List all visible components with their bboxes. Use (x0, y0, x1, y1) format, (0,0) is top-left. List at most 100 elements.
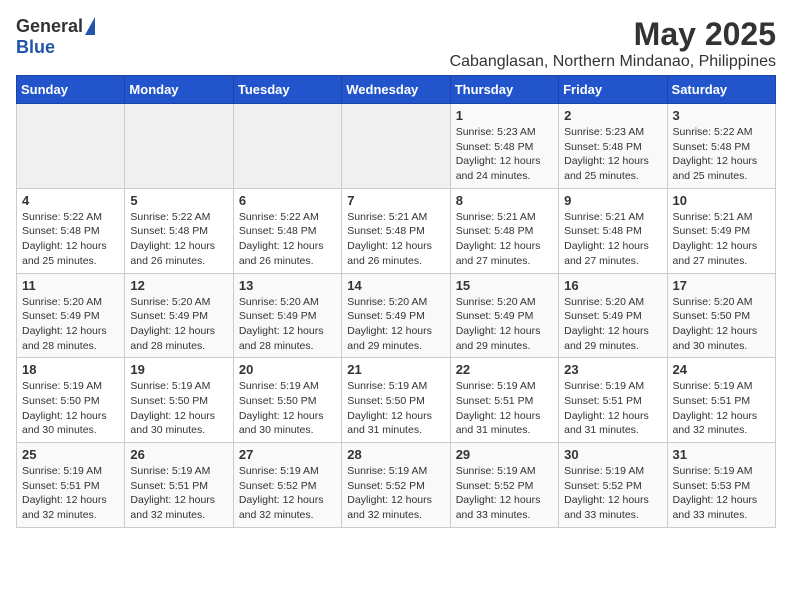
calendar-cell: 14 Sunrise: 5:20 AM Sunset: 5:49 PM Dayli… (342, 273, 450, 358)
logo-blue: Blue (16, 37, 55, 58)
day-number: 19 (130, 362, 227, 377)
logo-general: General (16, 16, 83, 37)
day-number: 4 (22, 193, 119, 208)
calendar-cell: 11Sunrise: 5:20 AM Sunset: 5:49 PM Dayli… (17, 273, 125, 358)
day-info: Sunrise: 5:19 AM Sunset: 5:51 PM Dayligh… (673, 379, 770, 438)
calendar-cell: 2 Sunrise: 5:23 AM Sunset: 5:48 PM Daylig… (559, 104, 667, 189)
day-info: Sunrise: 5:19 AM Sunset: 5:53 PM Dayligh… (673, 464, 770, 523)
day-number: 21 (347, 362, 444, 377)
day-number: 3 (673, 108, 770, 123)
day-info: Sunrise: 5:22 AM Sunset: 5:48 PM Dayligh… (239, 210, 336, 269)
day-info: Sunrise: 5:22 AM Sunset: 5:48 PM Dayligh… (130, 210, 227, 269)
calendar-cell: 5 Sunrise: 5:22 AM Sunset: 5:48 PM Daylig… (125, 188, 233, 273)
day-info: Sunrise: 5:19 AM Sunset: 5:50 PM Dayligh… (22, 379, 119, 438)
subtitle: Cabanglasan, Northern Mindanao, Philippi… (450, 53, 776, 71)
day-number: 1 (456, 108, 553, 123)
calendar-week-5: 25 Sunrise: 5:19 AM Sunset: 5:51 PM Dayli… (17, 443, 776, 528)
calendar-table: SundayMondayTuesdayWednesdayThursdayFrid… (16, 75, 776, 528)
col-header-tuesday: Tuesday (233, 76, 341, 104)
day-number: 13 (239, 278, 336, 293)
day-info: Sunrise: 5:19 AM Sunset: 5:51 PM Dayligh… (564, 379, 661, 438)
day-info: Sunrise: 5:20 AM Sunset: 5:49 PM Dayligh… (130, 295, 227, 354)
calendar-cell: 30Sunrise: 5:19 AM Sunset: 5:52 PM Dayli… (559, 443, 667, 528)
day-number: 27 (239, 447, 336, 462)
calendar-cell: 8 Sunrise: 5:21 AM Sunset: 5:48 PM Daylig… (450, 188, 558, 273)
day-info: Sunrise: 5:22 AM Sunset: 5:48 PM Dayligh… (22, 210, 119, 269)
day-number: 6 (239, 193, 336, 208)
day-info: Sunrise: 5:21 AM Sunset: 5:48 PM Dayligh… (564, 210, 661, 269)
calendar-cell: 4 Sunrise: 5:22 AM Sunset: 5:48 PM Daylig… (17, 188, 125, 273)
day-info: Sunrise: 5:21 AM Sunset: 5:48 PM Dayligh… (347, 210, 444, 269)
calendar-cell (17, 104, 125, 189)
day-number: 9 (564, 193, 661, 208)
day-number: 15 (456, 278, 553, 293)
day-number: 12 (130, 278, 227, 293)
calendar-cell (125, 104, 233, 189)
calendar-cell: 27Sunrise: 5:19 AM Sunset: 5:52 PM Dayli… (233, 443, 341, 528)
day-number: 14 (347, 278, 444, 293)
calendar-cell: 31 Sunrise: 5:19 AM Sunset: 5:53 PM Dayli… (667, 443, 775, 528)
day-info: Sunrise: 5:20 AM Sunset: 5:49 PM Dayligh… (564, 295, 661, 354)
calendar-cell: 6 Sunrise: 5:22 AM Sunset: 5:48 PM Daylig… (233, 188, 341, 273)
day-number: 24 (673, 362, 770, 377)
col-header-saturday: Saturday (667, 76, 775, 104)
calendar-week-2: 4 Sunrise: 5:22 AM Sunset: 5:48 PM Daylig… (17, 188, 776, 273)
calendar-cell: 13Sunrise: 5:20 AM Sunset: 5:49 PM Dayli… (233, 273, 341, 358)
calendar-week-3: 11 Sunrise: 5:20 AM Sunset: 5:49 PM Dayli… (17, 273, 776, 358)
col-header-wednesday: Wednesday (342, 76, 450, 104)
calendar-cell: 15 Sunrise: 5:20 AM Sunset: 5:49 PM Dayli… (450, 273, 558, 358)
col-header-friday: Friday (559, 76, 667, 104)
day-info: Sunrise: 5:19 AM Sunset: 5:51 PM Dayligh… (130, 464, 227, 523)
day-info: Sunrise: 5:19 AM Sunset: 5:52 PM Dayligh… (564, 464, 661, 523)
calendar-cell (342, 104, 450, 189)
day-number: 18 (22, 362, 119, 377)
day-info: Sunrise: 5:21 AM Sunset: 5:48 PM Dayligh… (456, 210, 553, 269)
calendar-cell: 7Sunrise: 5:21 AM Sunset: 5:48 PM Daylig… (342, 188, 450, 273)
calendar-cell: 22 Sunrise: 5:19 AM Sunset: 5:51 PM Dayli… (450, 358, 558, 443)
day-info: Sunrise: 5:19 AM Sunset: 5:50 PM Dayligh… (239, 379, 336, 438)
day-number: 8 (456, 193, 553, 208)
calendar-cell: 1 Sunrise: 5:23 AM Sunset: 5:48 PM Daylig… (450, 104, 558, 189)
calendar-cell: 23 Sunrise: 5:19 AM Sunset: 5:51 PM Dayli… (559, 358, 667, 443)
calendar-week-4: 18 Sunrise: 5:19 AM Sunset: 5:50 PM Dayli… (17, 358, 776, 443)
day-info: Sunrise: 5:22 AM Sunset: 5:48 PM Dayligh… (673, 125, 770, 184)
day-info: Sunrise: 5:19 AM Sunset: 5:50 PM Dayligh… (130, 379, 227, 438)
calendar-cell: 25 Sunrise: 5:19 AM Sunset: 5:51 PM Dayli… (17, 443, 125, 528)
calendar-cell: 24 Sunrise: 5:19 AM Sunset: 5:51 PM Dayli… (667, 358, 775, 443)
calendar-cell: 16 Sunrise: 5:20 AM Sunset: 5:49 PM Dayli… (559, 273, 667, 358)
day-info: Sunrise: 5:20 AM Sunset: 5:49 PM Dayligh… (456, 295, 553, 354)
calendar-cell: 19 Sunrise: 5:19 AM Sunset: 5:50 PM Dayli… (125, 358, 233, 443)
calendar-cell: 28Sunrise: 5:19 AM Sunset: 5:52 PM Dayli… (342, 443, 450, 528)
day-info: Sunrise: 5:19 AM Sunset: 5:50 PM Dayligh… (347, 379, 444, 438)
calendar-cell: 21 Sunrise: 5:19 AM Sunset: 5:50 PM Dayli… (342, 358, 450, 443)
calendar-header-row: SundayMondayTuesdayWednesdayThursdayFrid… (17, 76, 776, 104)
day-number: 5 (130, 193, 227, 208)
day-number: 11 (22, 278, 119, 293)
day-number: 22 (456, 362, 553, 377)
day-number: 23 (564, 362, 661, 377)
calendar-cell: 10Sunrise: 5:21 AM Sunset: 5:49 PM Dayli… (667, 188, 775, 273)
day-info: Sunrise: 5:19 AM Sunset: 5:51 PM Dayligh… (456, 379, 553, 438)
day-info: Sunrise: 5:23 AM Sunset: 5:48 PM Dayligh… (564, 125, 661, 184)
calendar-cell: 12 Sunrise: 5:20 AM Sunset: 5:49 PM Dayli… (125, 273, 233, 358)
calendar-cell: 17Sunrise: 5:20 AM Sunset: 5:50 PM Dayli… (667, 273, 775, 358)
day-info: Sunrise: 5:19 AM Sunset: 5:52 PM Dayligh… (456, 464, 553, 523)
day-number: 31 (673, 447, 770, 462)
day-number: 26 (130, 447, 227, 462)
day-number: 17 (673, 278, 770, 293)
calendar-week-1: 1 Sunrise: 5:23 AM Sunset: 5:48 PM Daylig… (17, 104, 776, 189)
day-number: 25 (22, 447, 119, 462)
day-number: 20 (239, 362, 336, 377)
main-title: May 2025 (450, 16, 776, 53)
day-number: 2 (564, 108, 661, 123)
day-number: 29 (456, 447, 553, 462)
day-number: 10 (673, 193, 770, 208)
logo: General Blue (16, 16, 95, 58)
day-number: 16 (564, 278, 661, 293)
title-block: May 2025 Cabanglasan, Northern Mindanao,… (450, 16, 776, 71)
day-info: Sunrise: 5:23 AM Sunset: 5:48 PM Dayligh… (456, 125, 553, 184)
day-info: Sunrise: 5:20 AM Sunset: 5:49 PM Dayligh… (347, 295, 444, 354)
day-info: Sunrise: 5:19 AM Sunset: 5:51 PM Dayligh… (22, 464, 119, 523)
calendar-cell: 3 Sunrise: 5:22 AM Sunset: 5:48 PM Daylig… (667, 104, 775, 189)
day-info: Sunrise: 5:19 AM Sunset: 5:52 PM Dayligh… (347, 464, 444, 523)
